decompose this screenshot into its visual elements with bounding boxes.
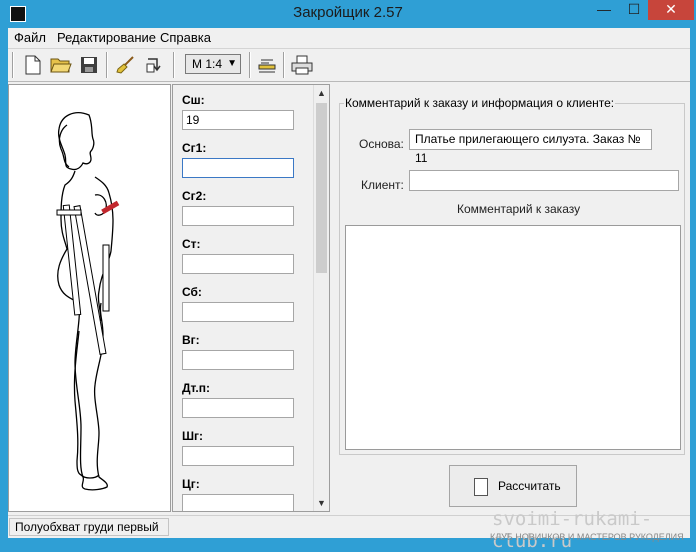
client-label: Клиент: [361, 178, 404, 192]
clear-button[interactable] [113, 53, 139, 77]
fields-scrollbar[interactable]: ▲ ▼ [313, 85, 329, 511]
maximize-button[interactable]: ☐ [620, 0, 648, 20]
pattern-icon [258, 59, 276, 73]
menu-edit[interactable]: Редактирование [57, 30, 156, 45]
refresh-icon [146, 58, 161, 73]
field-input-dtp[interactable] [182, 398, 294, 418]
open-folder-icon [50, 58, 72, 73]
field-label-sg2: Сг2: [182, 189, 207, 203]
minimize-button[interactable]: — [588, 0, 620, 20]
pattern-button[interactable] [254, 53, 280, 77]
new-file-button[interactable] [20, 53, 46, 77]
field-input-st[interactable] [182, 254, 294, 274]
field-input-sg1[interactable] [182, 158, 294, 178]
body-figure-illustration [56, 112, 120, 491]
watermark-site: svoimi-rukami-club.ru [492, 508, 653, 552]
field-input-vg[interactable] [182, 350, 294, 370]
toolbar-separator [106, 52, 108, 78]
field-input-tsg[interactable] [182, 494, 294, 511]
scale-select[interactable]: M 1:4 ▼ [185, 54, 241, 74]
toolbar-separator [249, 52, 251, 78]
body-figure-panel [8, 84, 171, 512]
open-folder-button[interactable] [48, 53, 74, 77]
field-label-tsg: Цг: [182, 477, 200, 491]
field-input-ssh[interactable]: 19 [182, 110, 294, 130]
toolbar-separator [173, 52, 175, 78]
base-field[interactable]: Платье прилегающего силуэта. Заказ № 11 [409, 129, 652, 165]
status-text: Полуобхват груди первый [9, 518, 169, 536]
menu-bar: Файл Редактирование Справка [8, 28, 690, 48]
toolbar-separator [12, 52, 14, 78]
toolbar: M 1:4 ▼ [8, 48, 690, 82]
app-window: Файл Редактирование Справка M 1:4 ▼ Сш: … [8, 28, 690, 538]
new-file-icon [25, 55, 41, 75]
scrollbar-thumb[interactable] [316, 103, 327, 273]
refresh-button[interactable] [141, 53, 167, 77]
toolbar-separator [283, 52, 285, 78]
measurements-panel: Сш: 19 Сг1: Сг2: Ст: Сб: Вг: Дт.п: Шг: Ц… [172, 84, 330, 512]
printer-icon [291, 55, 313, 75]
chevron-down-icon: ▼ [227, 58, 237, 69]
calculator-icon [474, 478, 488, 496]
save-button[interactable] [76, 53, 102, 77]
field-label-ssh: Сш: [182, 93, 205, 107]
field-input-shg[interactable] [182, 446, 294, 466]
field-input-sb[interactable] [182, 302, 294, 322]
calculate-button[interactable]: Рассчитать [449, 465, 577, 507]
group-title: Комментарий к заказу и информация о клие… [344, 96, 616, 110]
calculate-label: Рассчитать [498, 479, 561, 493]
scale-value: M 1:4 [192, 57, 223, 71]
chevron-down-icon[interactable]: ▼ [314, 495, 329, 511]
chevron-up-icon[interactable]: ▲ [314, 85, 329, 101]
client-field[interactable] [409, 170, 679, 191]
field-input-sg2[interactable] [182, 206, 294, 226]
field-label-sg1: Сг1: [182, 141, 207, 155]
field-label-vg: Вг: [182, 333, 200, 347]
comment-label: Комментарий к заказу [457, 202, 581, 216]
comment-textarea[interactable] [345, 225, 681, 450]
print-button[interactable] [289, 53, 315, 77]
field-label-st: Ст: [182, 237, 201, 251]
menu-file[interactable]: Файл [14, 30, 46, 45]
menu-help[interactable]: Справка [160, 30, 211, 45]
field-label-sb: Сб: [182, 285, 202, 299]
close-button[interactable]: ✕ [648, 0, 694, 20]
save-icon [81, 57, 97, 73]
watermark-tagline: КЛУБ НОВИЧКОВ И МАСТЕРОВ РУКОДЕЛИЯ [490, 532, 684, 542]
base-label: Основа: [359, 137, 404, 151]
broom-icon [116, 56, 134, 74]
field-label-dtp: Дт.п: [182, 381, 210, 395]
field-label-shg: Шг: [182, 429, 204, 443]
